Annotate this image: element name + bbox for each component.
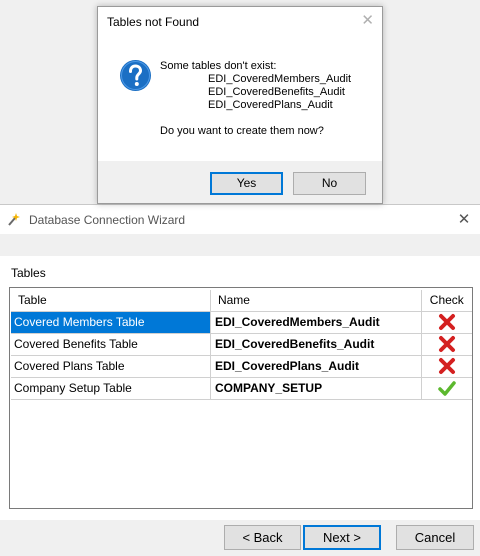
- name-cell[interactable]: EDI_CoveredPlans_Audit: [210, 355, 422, 378]
- table-cell[interactable]: Covered Members Table: [11, 311, 211, 334]
- wizard-title: Database Connection Wizard: [29, 213, 186, 227]
- name-cell[interactable]: COMPANY_SETUP: [210, 377, 422, 400]
- dialog-message: Some tables don't exist:: [160, 60, 277, 72]
- table-row[interactable]: Company Setup Table COMPANY_SETUP: [11, 377, 472, 400]
- wizard-titlebar: Database Connection Wizard ✕: [0, 204, 480, 234]
- column-header-check[interactable]: Check: [421, 290, 472, 312]
- table-row[interactable]: Covered Plans Table EDI_CoveredPlans_Aud…: [11, 355, 472, 378]
- section-label-tables: Tables: [11, 266, 46, 280]
- next-button[interactable]: Next >: [303, 525, 381, 550]
- missing-table-name: EDI_CoveredPlans_Audit: [208, 99, 333, 111]
- dialog-question: Do you want to create them now?: [160, 125, 324, 137]
- close-icon[interactable]: ✕: [454, 209, 474, 231]
- name-cell[interactable]: EDI_CoveredMembers_Audit: [210, 311, 422, 334]
- table-cell[interactable]: Company Setup Table: [11, 377, 211, 400]
- wizard-wand-icon: [8, 213, 20, 226]
- missing-tables-list: EDI_CoveredMembers_Audit EDI_CoveredBene…: [208, 73, 351, 112]
- missing-table-name: EDI_CoveredMembers_Audit: [208, 73, 352, 85]
- column-header-name[interactable]: Name: [210, 290, 422, 312]
- yes-button[interactable]: Yes: [210, 172, 283, 195]
- table-cell[interactable]: Covered Plans Table: [11, 355, 211, 378]
- red-x-icon: [438, 314, 455, 330]
- dialog-title: Tables not Found: [107, 15, 200, 29]
- no-button[interactable]: No: [293, 172, 366, 195]
- red-x-icon: [438, 336, 455, 352]
- cancel-button[interactable]: Cancel: [396, 525, 474, 550]
- column-header-table[interactable]: Table: [11, 290, 211, 312]
- missing-table-name: EDI_CoveredBenefits_Audit: [208, 86, 345, 98]
- table-cell[interactable]: Covered Benefits Table: [11, 333, 211, 356]
- wizard-window: Database Connection Wizard ✕ Tables Tabl…: [0, 204, 480, 556]
- table-row[interactable]: Covered Members Table EDI_CoveredMembers…: [11, 311, 472, 334]
- red-x-icon: [438, 358, 455, 374]
- back-button[interactable]: < Back: [224, 525, 301, 550]
- close-icon[interactable]: ✕: [361, 11, 374, 29]
- check-cell: [421, 377, 472, 400]
- dialog-footer: Yes No: [98, 161, 382, 203]
- tables-not-found-dialog: Tables not Found ✕ Some tables don't exi…: [97, 6, 383, 204]
- grid-header-row: Table Name Check: [11, 290, 472, 312]
- wizard-body: Tables Table Name Check Covered Members …: [0, 256, 480, 520]
- check-cell: [421, 333, 472, 356]
- name-cell[interactable]: EDI_CoveredBenefits_Audit: [210, 333, 422, 356]
- question-icon: [120, 60, 151, 91]
- tables-grid[interactable]: Table Name Check Covered Members Table E…: [9, 287, 473, 509]
- check-cell: [421, 311, 472, 334]
- green-check-icon: [438, 381, 456, 396]
- check-cell: [421, 355, 472, 378]
- table-row[interactable]: Covered Benefits Table EDI_CoveredBenefi…: [11, 333, 472, 356]
